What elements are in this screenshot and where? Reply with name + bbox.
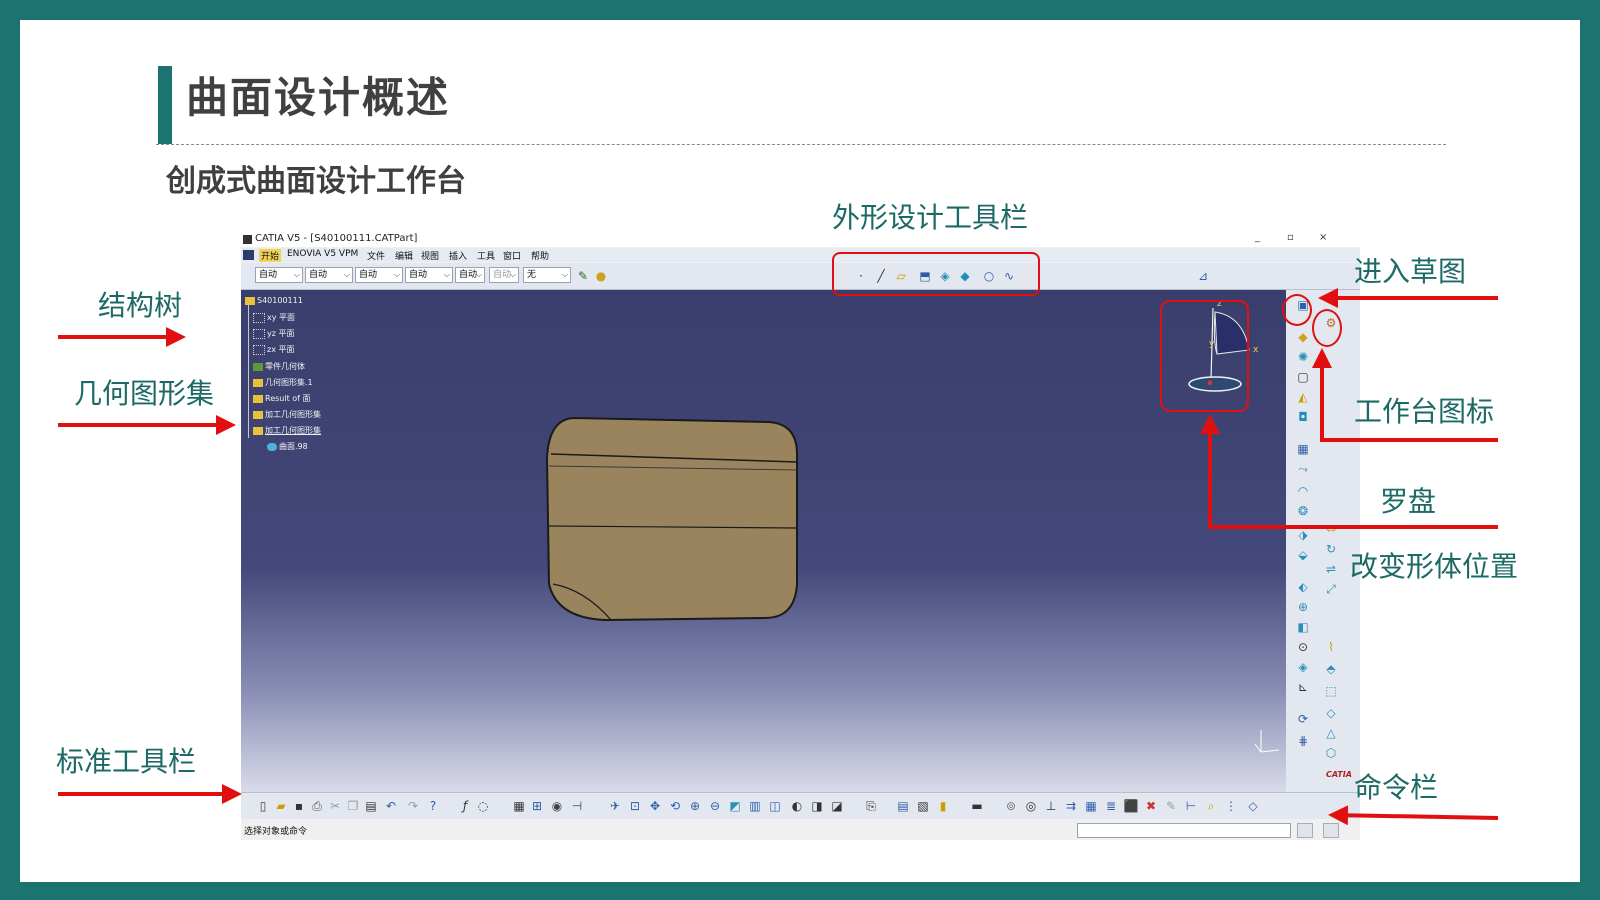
annotation-arrows: [58, 288, 1499, 826]
label-enter-sketch: 进入草图: [1354, 255, 1467, 288]
slide: 曲面设计概述 创成式曲面设计工作台 CATIA V5 - [S40100111.…: [20, 20, 1580, 882]
label-move-body: 改变形体位置: [1350, 550, 1519, 583]
label-workbench-icon: 工作台图标: [1354, 395, 1495, 428]
label-shape-toolbar: 外形设计工具栏: [832, 201, 1029, 234]
label-spec-tree: 结构树: [98, 289, 183, 322]
label-geometric-set: 几何图形集: [74, 377, 215, 410]
label-command-bar: 命令栏: [1354, 771, 1439, 804]
label-standard-toolbar: 标准工具栏: [56, 745, 197, 778]
label-compass: 罗盘: [1380, 485, 1437, 518]
